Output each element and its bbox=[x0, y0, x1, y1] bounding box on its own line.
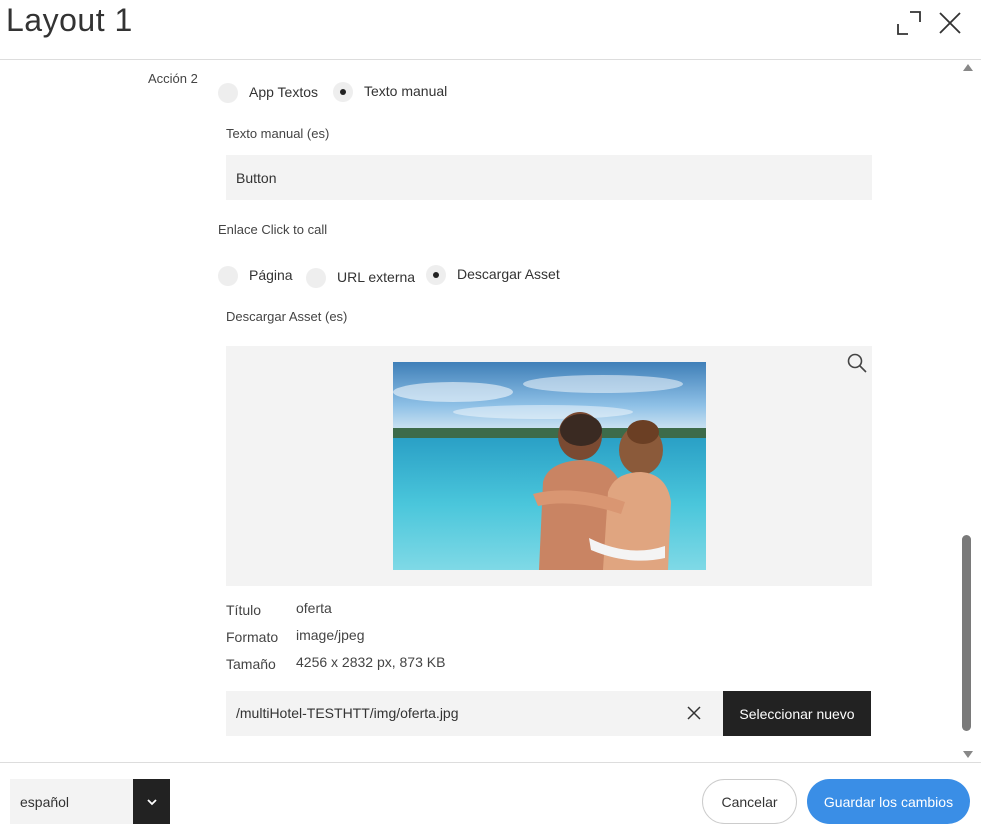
scroll-up-arrow-icon[interactable] bbox=[963, 64, 973, 71]
action-label: Acción 2 bbox=[148, 71, 198, 86]
radio-app-textos-label[interactable]: App Textos bbox=[249, 84, 318, 100]
dialog-header: Layout 1 bbox=[0, 0, 981, 60]
scrollbar-thumb[interactable] bbox=[962, 535, 971, 731]
close-icon[interactable] bbox=[937, 10, 963, 36]
asset-path-text: /multiHotel-TESTHTT/img/oferta.jpg bbox=[236, 705, 459, 721]
radio-app-textos[interactable] bbox=[218, 83, 238, 103]
language-select[interactable]: español bbox=[10, 779, 170, 824]
dialog-title: Layout 1 bbox=[6, 2, 133, 38]
radio-url-externa[interactable] bbox=[306, 268, 326, 288]
asset-path-field[interactable]: /multiHotel-TESTHTT/img/oferta.jpg bbox=[226, 691, 723, 736]
manual-text-input[interactable] bbox=[226, 155, 872, 200]
radio-url-externa-label[interactable]: URL externa bbox=[337, 269, 415, 285]
chevron-down-icon[interactable] bbox=[133, 779, 170, 824]
asset-preview bbox=[226, 346, 872, 586]
asset-image bbox=[393, 362, 706, 570]
expand-icon[interactable] bbox=[896, 10, 922, 36]
meta-key-format: Formato bbox=[226, 629, 279, 645]
meta-key-title: Título bbox=[226, 602, 262, 618]
search-icon[interactable] bbox=[846, 352, 868, 374]
dialog-body: Acción 2 App Textos Texto manual Texto m… bbox=[0, 61, 981, 762]
scroll-down-arrow-icon[interactable] bbox=[963, 751, 973, 758]
radio-descargar-asset-label[interactable]: Descargar Asset bbox=[457, 266, 560, 282]
language-select-value: español bbox=[20, 794, 70, 810]
scrollbar[interactable] bbox=[959, 61, 975, 762]
close-icon[interactable] bbox=[685, 704, 703, 722]
meta-value-format: image/jpeg bbox=[296, 627, 365, 643]
meta-value-size: 4256 x 2832 px, 873 KB bbox=[296, 654, 446, 670]
radio-descargar-asset[interactable] bbox=[426, 265, 446, 285]
meta-key-size: Tamaño bbox=[226, 656, 276, 672]
radio-texto-manual[interactable] bbox=[333, 82, 353, 102]
radio-pagina-label[interactable]: Página bbox=[249, 267, 293, 283]
dialog-footer: español Cancelar Guardar los cambios bbox=[0, 762, 981, 828]
cancel-button[interactable]: Cancelar bbox=[702, 779, 797, 824]
asset-label: Descargar Asset (es) bbox=[226, 309, 348, 324]
manual-text-label: Texto manual (es) bbox=[226, 126, 330, 141]
radio-pagina[interactable] bbox=[218, 266, 238, 286]
radio-texto-manual-label[interactable]: Texto manual bbox=[364, 83, 447, 99]
meta-value-title: oferta bbox=[296, 600, 332, 616]
select-new-button[interactable]: Seleccionar nuevo bbox=[723, 691, 871, 736]
link-label: Enlace Click to call bbox=[218, 222, 328, 237]
save-button[interactable]: Guardar los cambios bbox=[807, 779, 970, 824]
